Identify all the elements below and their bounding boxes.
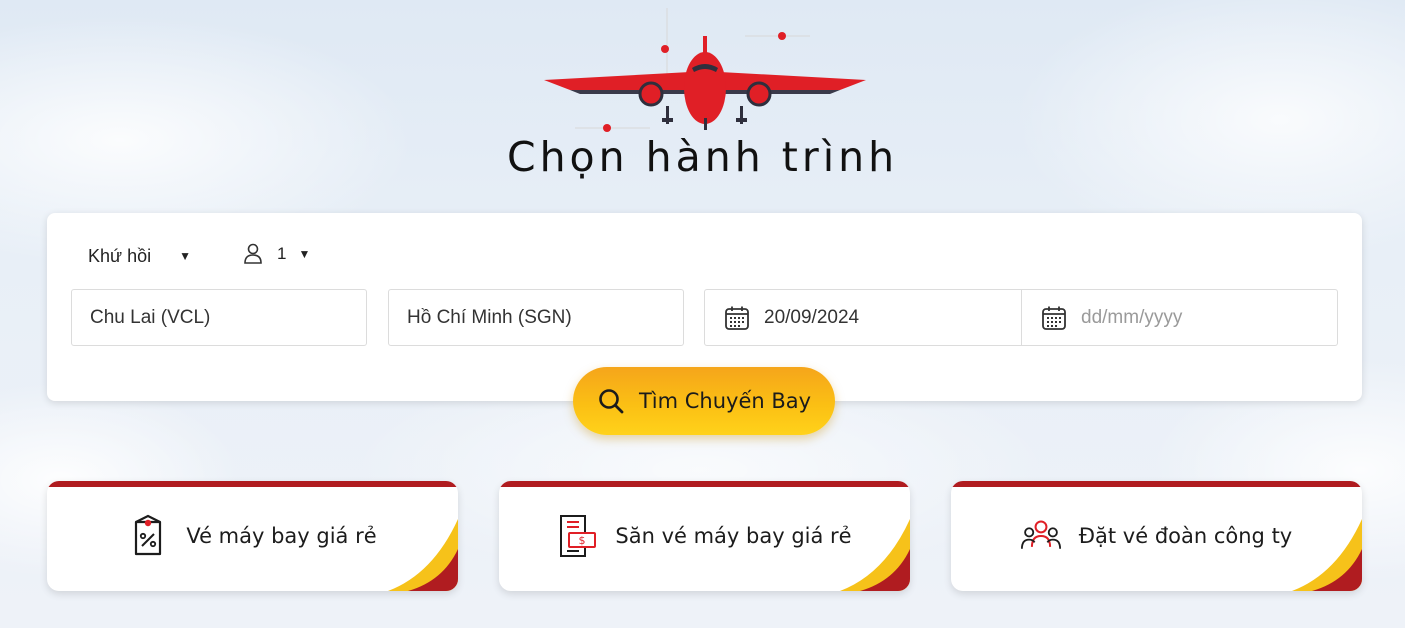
passenger-count-value: 1	[277, 244, 287, 263]
corner-decoration	[388, 519, 458, 591]
date-range-group: 20/09/2024 dd/mm/yyyy	[704, 289, 1338, 346]
corner-decoration	[1292, 519, 1362, 591]
origin-airport-value: Chu Lai (VCL)	[90, 306, 211, 328]
chevron-down-icon: ▼	[179, 249, 191, 263]
chevron-down-icon: ▼	[298, 247, 311, 261]
trip-type-value: Khứ hồi	[88, 245, 152, 266]
calendar-icon	[725, 306, 749, 330]
promo-card-hunt-cheap-tickets[interactable]: $ Săn vé máy bay giá rẻ	[499, 481, 910, 591]
promo-card-cheap-tickets[interactable]: Vé máy bay giá rẻ	[47, 481, 458, 591]
money-receipt-icon: $	[560, 515, 597, 557]
airplane-icon	[544, 8, 866, 132]
depart-date-value: 20/09/2024	[764, 306, 860, 328]
promo-label: Săn vé máy bay giá rẻ	[615, 524, 852, 548]
calendar-icon	[1042, 306, 1066, 330]
hero: Chọn hành trình	[0, 0, 1405, 200]
page-title: Chọn hành trình	[506, 133, 899, 181]
destination-airport-field[interactable]: Hồ Chí Minh (SGN)	[388, 289, 684, 346]
promo-card-group-booking[interactable]: Đặt vé đoàn công ty	[951, 481, 1362, 591]
svg-text:$: $	[579, 534, 586, 547]
group-people-icon	[1020, 520, 1061, 549]
origin-airport-field[interactable]: Chu Lai (VCL)	[71, 289, 367, 346]
person-icon	[244, 243, 262, 264]
return-date-field[interactable]: dd/mm/yyyy	[1021, 290, 1337, 345]
search-flights-label: Tìm Chuyến Bay	[638, 389, 812, 413]
return-date-placeholder: dd/mm/yyyy	[1081, 306, 1183, 328]
destination-airport-value: Hồ Chí Minh (SGN)	[407, 306, 572, 328]
search-icon	[599, 389, 624, 414]
passenger-count-select[interactable]: 1 ▼	[243, 241, 310, 267]
depart-date-field[interactable]: 20/09/2024	[705, 290, 1021, 345]
promo-label: Vé máy bay giá rẻ	[186, 524, 377, 548]
search-flights-button[interactable]: Tìm Chuyến Bay	[573, 367, 835, 435]
trip-type-select[interactable]: Khứ hồi ▼	[88, 243, 191, 269]
discount-tag-icon	[135, 514, 162, 556]
promo-label: Đặt vé đoàn công ty	[1078, 524, 1293, 548]
